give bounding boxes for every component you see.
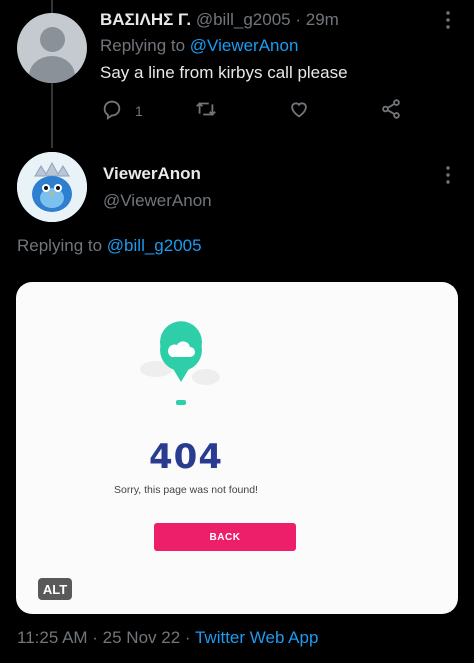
handle[interactable]: @ViewerAnon [103, 191, 212, 211]
separator: · [295, 10, 302, 29]
error-message: Sorry, this page was not found! [114, 484, 258, 496]
share-button[interactable] [380, 98, 402, 123]
replying-prefix: Replying to [100, 36, 186, 55]
retweet-button[interactable] [195, 98, 217, 123]
display-name[interactable]: ViewerAnon [103, 164, 201, 184]
back-button: BACK [154, 523, 296, 551]
reply-button[interactable]: 1 [101, 98, 143, 123]
tweet-time[interactable]: 29m [306, 10, 339, 29]
avatar-bird[interactable] [17, 152, 87, 222]
tweet-media-image[interactable]: 404 Sorry, this page was not found! BACK [16, 282, 458, 614]
share-icon [380, 98, 402, 123]
tweet-timestamp[interactable]: 11:25 AM · 25 Nov 22 · [17, 628, 195, 647]
avatar-head-shape [40, 27, 65, 52]
like-button[interactable] [288, 98, 310, 123]
replying-to-link[interactable]: @bill_g2005 [107, 236, 202, 255]
replying-to-link[interactable]: @ViewerAnon [190, 36, 299, 55]
tweet-text: Say a line from kirbys call please [100, 63, 348, 82]
avatar-body-shape [29, 56, 75, 83]
tweet-meta: 11:25 AM · 25 Nov 22 · Twitter Web App [17, 628, 318, 648]
reply-tweet-header: ΒΑΣΙΛΗΣ Γ. @bill_g2005 · 29m [100, 10, 339, 30]
avatar-default[interactable] [17, 13, 87, 83]
alt-badge[interactable]: ALT [38, 578, 72, 600]
more-icon[interactable] [442, 165, 454, 190]
more-icon[interactable] [442, 10, 454, 35]
retweet-icon [195, 98, 217, 123]
like-icon [288, 98, 310, 123]
reply-count: 1 [135, 102, 143, 119]
replying-prefix: Replying to [17, 236, 103, 255]
reply-icon [101, 98, 123, 123]
tweet-source-link[interactable]: Twitter Web App [195, 628, 318, 647]
handle[interactable]: @bill_g2005 [196, 10, 291, 29]
replying-to-line: Replying to @bill_g2005 [17, 236, 202, 256]
media-404-page: 404 Sorry, this page was not found! BACK [16, 282, 458, 614]
error-code: 404 [149, 437, 223, 477]
replying-to-line: Replying to @ViewerAnon [100, 36, 298, 56]
display-name[interactable]: ΒΑΣΙΛΗΣ Γ. [100, 10, 191, 29]
